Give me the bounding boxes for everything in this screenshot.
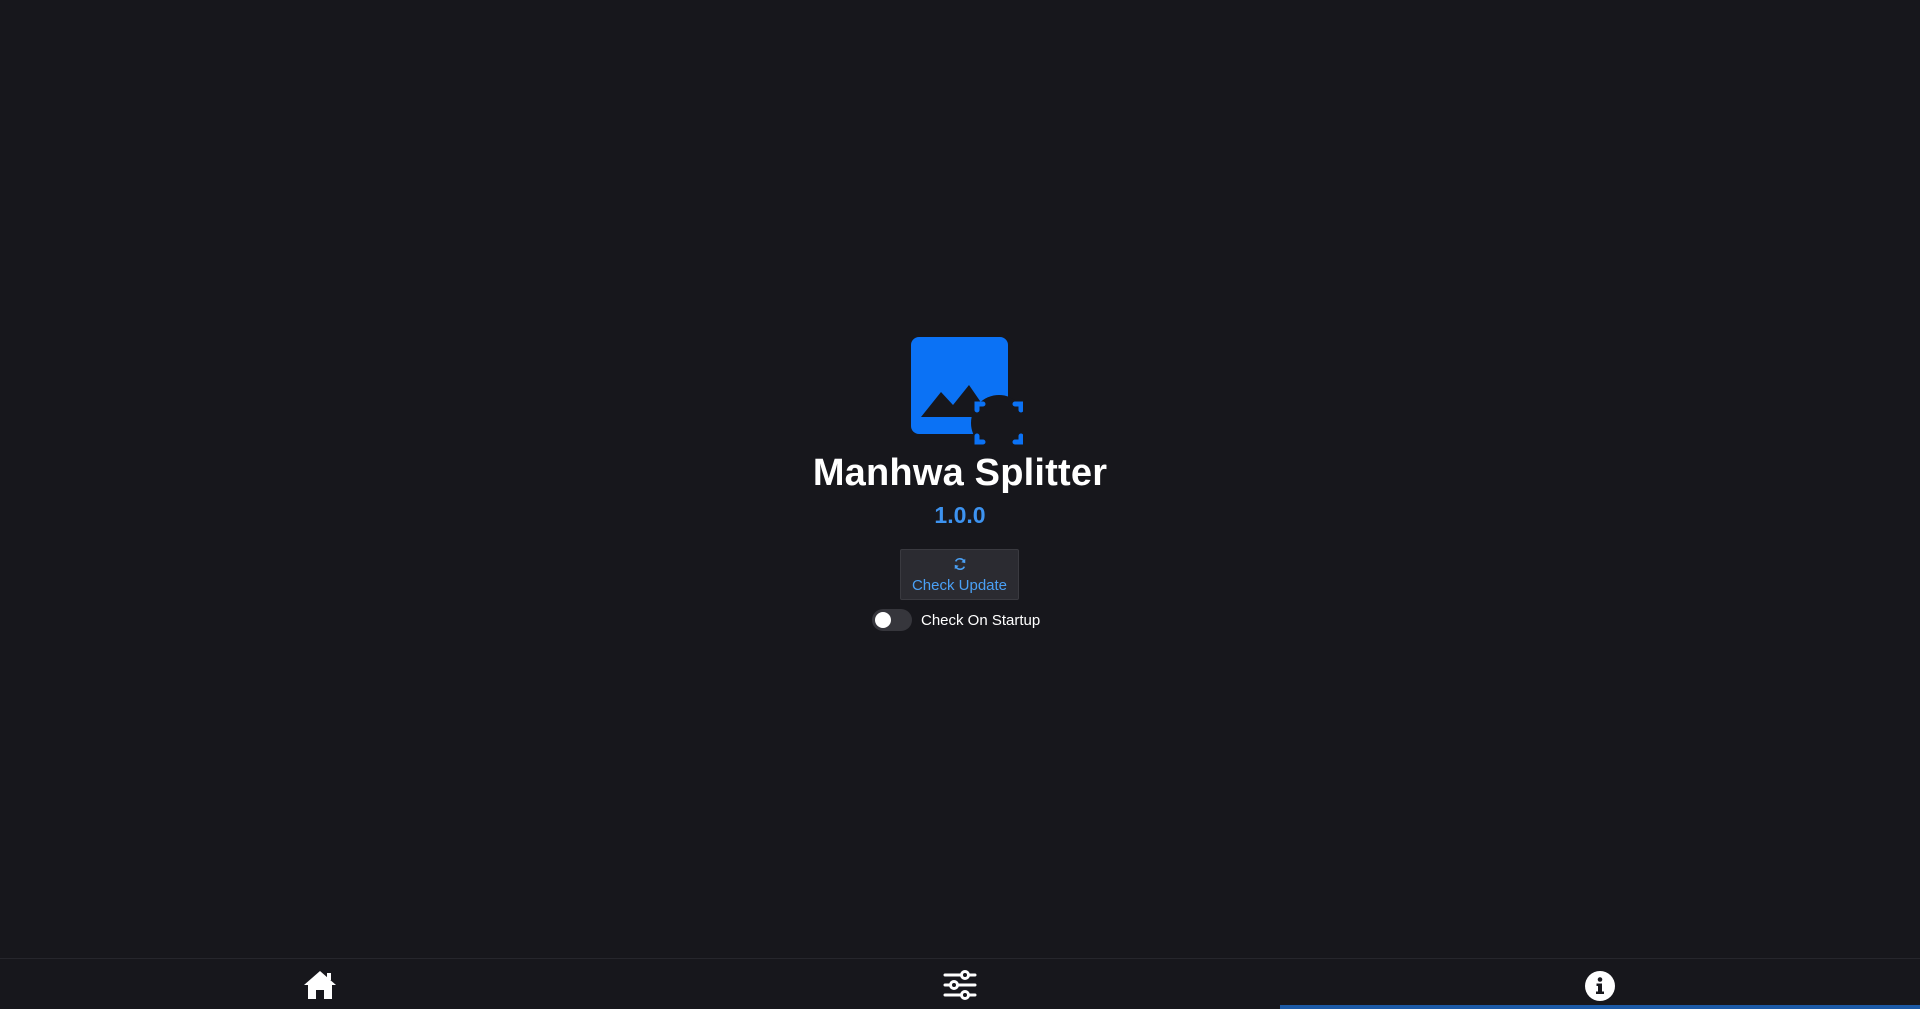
active-tab-indicator <box>1280 1005 1920 1009</box>
app-logo-icon <box>911 337 1023 447</box>
info-icon <box>1585 971 1615 1001</box>
refresh-icon <box>954 558 966 570</box>
bottom-navigation <box>0 958 1920 1009</box>
check-update-button[interactable]: Check Update <box>900 549 1019 600</box>
check-on-startup-toggle[interactable] <box>872 609 912 631</box>
about-page: Manhwa Splitter 1.0.0 Check Update Check… <box>0 0 1920 958</box>
nav-tab-home[interactable] <box>0 959 640 1009</box>
app-title: Manhwa Splitter <box>812 452 1108 494</box>
home-icon <box>304 971 336 999</box>
app-version: 1.0.0 <box>934 502 986 528</box>
sliders-icon <box>943 970 977 1000</box>
toggle-knob <box>875 612 891 628</box>
startup-toggle-row: Check On Startup <box>872 609 1040 631</box>
nav-tab-about[interactable] <box>1280 959 1920 1009</box>
app-window: Manhwa Splitter 1.0.0 Check Update Check… <box>0 0 1920 1009</box>
check-on-startup-label: Check On Startup <box>921 611 1041 629</box>
nav-tab-settings[interactable] <box>640 959 1280 1009</box>
check-update-label: Check Update <box>911 577 1008 594</box>
